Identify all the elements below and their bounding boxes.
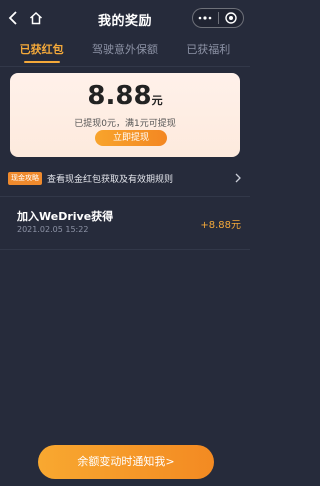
tab-red-packets[interactable]: 已获红包	[2, 38, 82, 63]
more-button[interactable]	[193, 9, 218, 27]
mini-program-capsule	[192, 8, 244, 28]
list-item: 加入WeDrive获得 2021.02.05 15:22 +8.88元	[17, 208, 241, 248]
page: 我的奖励 已获红包 驾驶意外保额 已获福利 8.88元 已提现0元，满1元可提现…	[0, 0, 250, 486]
notify-button[interactable]: 余额变动时通知我>	[38, 445, 214, 479]
cash-strategy-row[interactable]: 现金攻略 查看现金红包获取及有效期规则	[8, 170, 242, 186]
more-dots-icon	[198, 16, 212, 20]
divider	[0, 196, 250, 197]
balance-unit: 元	[151, 94, 163, 107]
record-time: 2021.02.05 15:22	[17, 225, 89, 234]
record-amount: +8.88元	[200, 220, 241, 231]
strategy-text: 查看现金红包获取及有效期规则	[47, 174, 174, 185]
chevron-right-icon	[234, 173, 242, 183]
tab-divider	[0, 66, 250, 67]
balance-amount: 8.88	[87, 81, 152, 111]
strategy-badge: 现金攻略	[8, 171, 42, 185]
tab-accident-insurance[interactable]: 驾驶意外保额	[85, 38, 165, 57]
tab-bar: 已获红包 驾驶意外保额 已获福利	[0, 38, 250, 63]
divider	[0, 249, 250, 250]
balance-card: 8.88元 已提现0元，满1元可提现 立即提现	[10, 73, 240, 157]
close-button[interactable]	[219, 9, 244, 27]
balance-amount-row: 8.88元	[10, 81, 240, 111]
header: 我的奖励	[0, 0, 250, 36]
tab-benefits[interactable]: 已获福利	[168, 38, 248, 57]
withdraw-button[interactable]: 立即提现	[95, 130, 167, 146]
target-close-icon	[225, 12, 237, 24]
withdraw-note: 已提现0元，满1元可提现	[74, 119, 176, 129]
